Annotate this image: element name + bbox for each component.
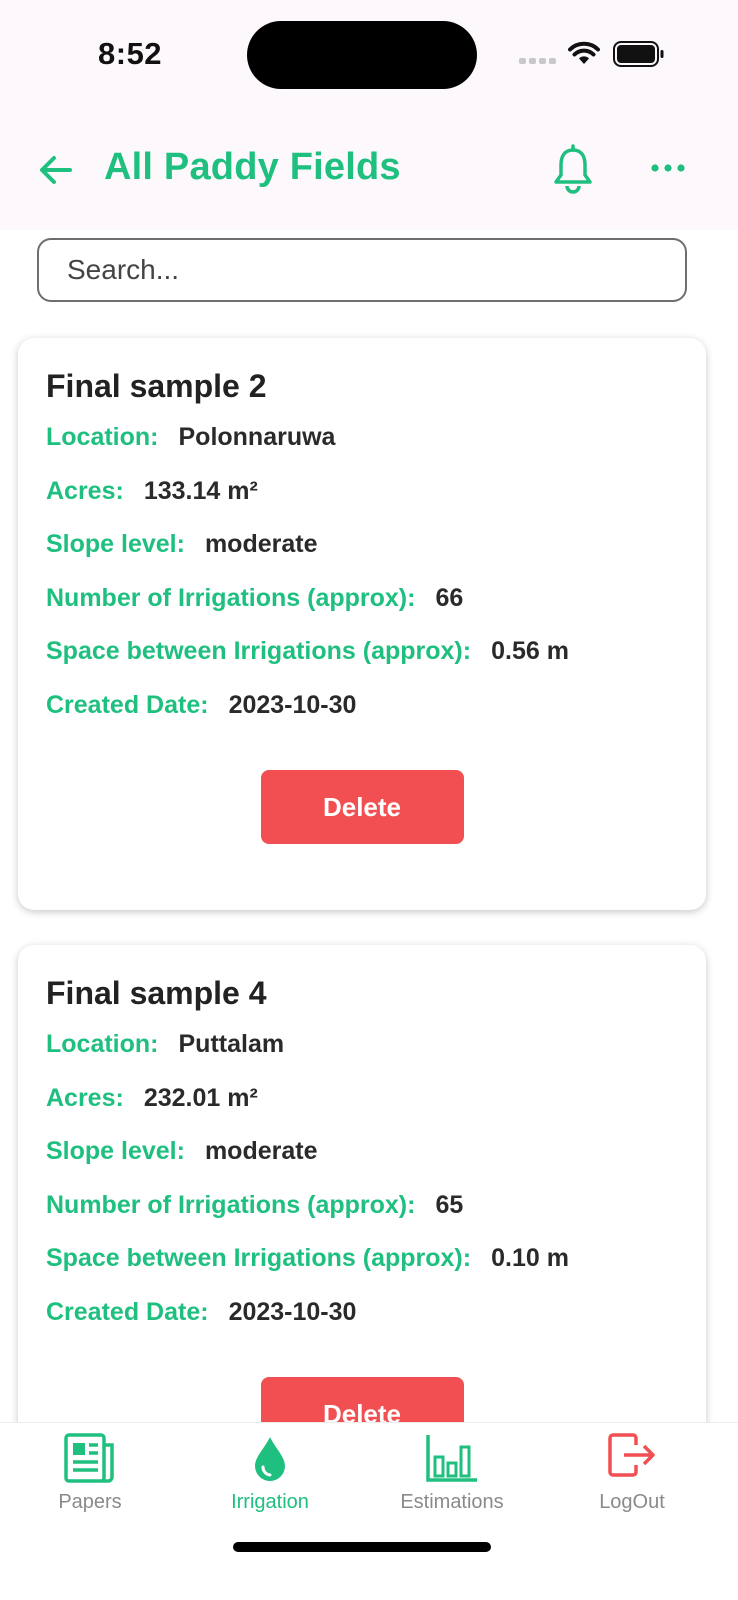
created-date-label: Created Date:	[46, 690, 209, 719]
battery-icon	[613, 41, 664, 67]
cellular-signal-icon	[519, 58, 556, 64]
acres-row: Acres: 133.14 m²	[46, 477, 678, 531]
newspaper-icon	[64, 1433, 114, 1483]
slope-value: moderate	[204, 1137, 318, 1165]
acres-label: Acres:	[46, 476, 124, 505]
delete-button[interactable]: Delete	[260, 770, 464, 844]
slope-label: Slope level:	[46, 1137, 185, 1165]
acres-label: Acres:	[46, 1083, 124, 1112]
created-date-value: 2023-10-30	[228, 1297, 357, 1326]
nav-label: Irrigation	[231, 1491, 309, 1513]
more-options-button[interactable]	[650, 152, 686, 184]
more-horizontal-icon	[651, 164, 685, 172]
status-time: 8:52	[98, 36, 163, 71]
space-value: 0.56 m	[491, 637, 569, 665]
bottom-nav: Papers Irrigation Estimations LogOut	[0, 1422, 738, 1600]
location-value: Polonnaruwa	[178, 423, 336, 451]
acres-row: Acres: 232.01 m²	[46, 1084, 678, 1138]
space-label: Space between Irrigations (approx):	[46, 637, 472, 665]
acres-value: 133.14 m²	[143, 476, 258, 505]
created-date-value: 2023-10-30	[228, 690, 357, 719]
page-title: All Paddy Fields	[104, 146, 401, 188]
bar-chart-icon	[426, 1435, 477, 1482]
location-row: Location: Polonnaruwa	[46, 423, 678, 477]
slope-value: moderate	[204, 530, 318, 558]
created-date-row: Created Date: 2023-10-30	[46, 1298, 678, 1352]
location-row: Location: Puttalam	[46, 1030, 678, 1084]
acres-value: 232.01 m²	[143, 1083, 258, 1112]
location-value: Puttalam	[178, 1030, 285, 1058]
irrigations-row: Number of Irrigations (approx): 66	[46, 584, 678, 638]
slope-row: Slope level: moderate	[46, 530, 678, 584]
space-label: Space between Irrigations (approx):	[46, 1244, 472, 1272]
irrigations-value: 65	[435, 1190, 464, 1219]
nav-label: Papers	[58, 1491, 122, 1513]
nav-item-estimations[interactable]: Estimations	[372, 1423, 532, 1533]
created-date-label: Created Date:	[46, 1297, 209, 1326]
irrigations-row: Number of Irrigations (approx): 65	[46, 1191, 678, 1245]
irrigations-value: 66	[435, 583, 464, 612]
water-drop-icon	[255, 1437, 285, 1481]
field-title: Final sample 4	[46, 975, 267, 1011]
nav-item-papers[interactable]: Papers	[10, 1423, 170, 1533]
wifi-icon	[568, 41, 600, 64]
irrigations-label: Number of Irrigations (approx):	[46, 583, 416, 612]
field-title: Final sample 2	[46, 368, 267, 404]
slope-row: Slope level: moderate	[46, 1137, 678, 1191]
nav-label: Estimations	[400, 1491, 504, 1513]
app-header: All Paddy Fields	[0, 110, 738, 230]
space-row: Space between Irrigations (approx): 0.10…	[46, 1244, 678, 1298]
slope-label: Slope level:	[46, 530, 185, 558]
search-input[interactable]	[37, 238, 687, 302]
space-row: Space between Irrigations (approx): 0.56…	[46, 637, 678, 691]
status-bar: 8:52	[0, 0, 738, 110]
nav-item-irrigation[interactable]: Irrigation	[190, 1423, 350, 1533]
location-label: Location:	[46, 1030, 159, 1058]
logout-icon	[608, 1433, 655, 1477]
nav-label: LogOut	[599, 1491, 665, 1513]
dynamic-island	[247, 21, 477, 89]
space-value: 0.10 m	[491, 1244, 569, 1272]
location-label: Location:	[46, 423, 159, 451]
irrigations-label: Number of Irrigations (approx):	[46, 1190, 416, 1219]
field-card: Final sample 2 Location: Polonnaruwa Acr…	[18, 338, 706, 910]
created-date-row: Created Date: 2023-10-30	[46, 691, 678, 745]
home-indicator	[233, 1542, 491, 1552]
back-button[interactable]	[36, 150, 76, 190]
bell-icon	[554, 144, 592, 194]
nav-item-logout[interactable]: LogOut	[552, 1423, 712, 1533]
notifications-button[interactable]	[552, 144, 594, 194]
arrow-left-icon	[40, 156, 72, 184]
